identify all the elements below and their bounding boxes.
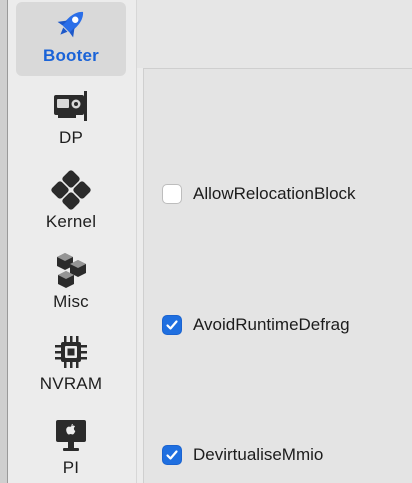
sidebar-item-kernel[interactable]: Kernel (16, 168, 126, 240)
content-panel (143, 68, 412, 483)
sidebar-item-nvram[interactable]: NVRAM (16, 330, 126, 402)
sidebar-item-label: NVRAM (39, 374, 103, 393)
checkbox-devirtualise-mmio[interactable] (162, 445, 182, 465)
option-label: AvoidRuntimeDefrag (193, 315, 350, 334)
sidebar-item-label: DP (58, 128, 84, 147)
option-label: DevirtualiseMmio (193, 445, 324, 464)
sidebar-item-dp[interactable]: DP (16, 84, 126, 156)
checkbox-avoid-runtime-defrag[interactable] (162, 315, 182, 335)
sidebar-item-misc[interactable]: Misc (16, 248, 126, 320)
sidebar-item-pi[interactable]: PI (16, 414, 126, 483)
sidebar-item-label: Kernel (45, 212, 97, 231)
chip-icon (48, 330, 94, 374)
monitor-apple-icon (48, 414, 94, 458)
option-allow-relocation-block[interactable]: AllowRelocationBlock (162, 184, 356, 204)
checkbox-allow-relocation-block[interactable] (162, 184, 182, 204)
checkmark-icon (166, 450, 178, 460)
sidebar-divider (136, 0, 137, 483)
sidebar-item-label: Booter (43, 46, 99, 65)
window-left-edge (0, 0, 8, 483)
option-devirtualise-mmio[interactable]: DevirtualiseMmio (162, 445, 323, 465)
kernel-icon (48, 168, 94, 212)
rocket-icon (48, 2, 94, 46)
option-avoid-runtime-defrag[interactable]: AvoidRuntimeDefrag (162, 315, 350, 335)
sidebar-item-label: PI (62, 458, 80, 477)
sidebar-item-booter[interactable]: Booter (16, 2, 126, 76)
content-header (137, 0, 412, 68)
sidebar-item-label: Misc (53, 292, 89, 311)
graphics-card-icon (48, 84, 94, 128)
checkmark-icon (166, 320, 178, 330)
option-label: AllowRelocationBlock (193, 184, 356, 203)
config-window: Booter DP Kernel Misc NVRAM PI AllowRelo… (0, 0, 412, 483)
cubes-icon (48, 248, 94, 292)
